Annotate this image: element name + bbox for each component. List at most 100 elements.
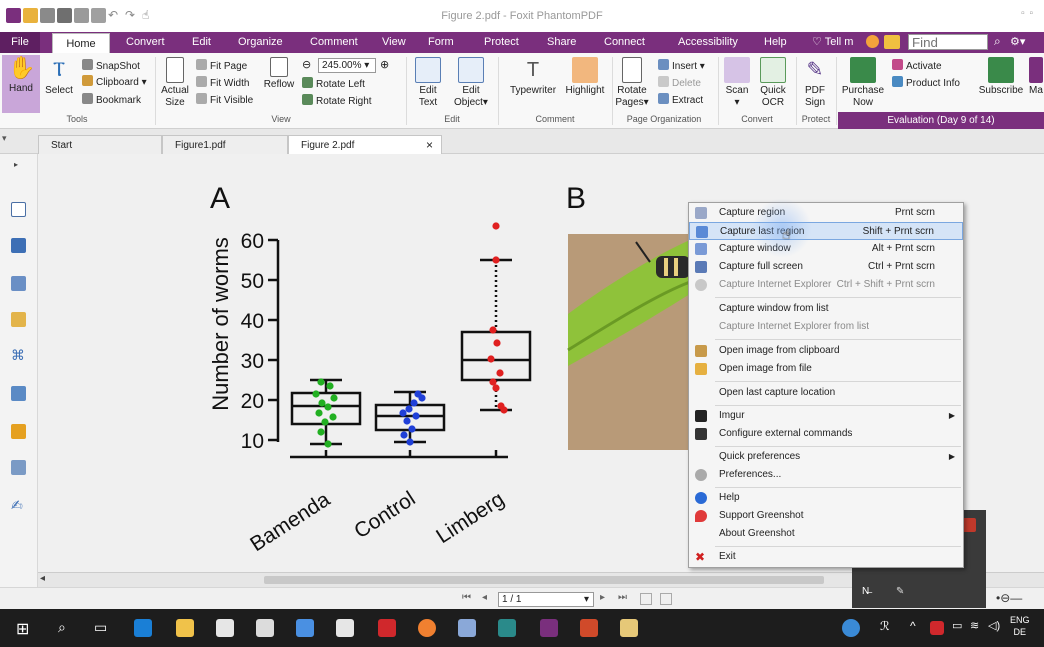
tray-usb-icon[interactable]: ✎ [896,586,904,597]
zoom-in-icon[interactable]: ⊕ [380,58,389,71]
window-controls-icon[interactable]: ▫ ▫ [1021,8,1034,19]
menu-item-imgur[interactable]: Imgur ▶ [689,407,963,425]
menu-item-configure-external-commands[interactable]: Configure external commands [689,425,963,443]
acrobat-icon[interactable] [378,619,396,637]
signature-panel-icon[interactable]: ✍ [11,498,26,513]
menu-item-capture-last-region[interactable]: Capture last region Shift + Prnt scrn [689,222,963,240]
menu-item-preferences[interactable]: Preferences... [689,466,963,484]
bookmarks-panel-icon[interactable] [11,238,26,253]
show-hidden-icons-icon[interactable]: ^ [910,619,916,633]
tab-figure1[interactable]: Figure1.pdf [162,135,288,154]
tab-comment[interactable]: Comment [306,32,362,53]
menu-item-open-from-clipboard[interactable]: Open image from clipboard [689,342,963,360]
zoom-select[interactable]: 245.00% ▾ [318,58,376,73]
onenote-icon[interactable] [458,619,476,637]
zoom-slider-icon[interactable]: •⊖— [996,591,1022,605]
people-icon[interactable]: ℛ [880,619,890,633]
edge-browser-icon[interactable] [134,619,152,637]
menu-item-about-greenshot[interactable]: About Greenshot [689,525,963,543]
tab-accessibility[interactable]: Accessibility [674,32,742,53]
page-thumbnails-icon[interactable] [11,202,26,217]
menu-item-open-last-capture-location[interactable]: Open last capture location [689,384,963,402]
purchase-now-button[interactable]: Purchase Now [840,57,886,109]
page-layout-icon[interactable] [640,593,652,605]
tab-list-dropdown-icon[interactable]: ▾ [2,133,7,144]
clipboard-button[interactable]: Clipboard ▾ [82,75,147,89]
wifi-icon[interactable]: ≋ [970,619,979,632]
snapshot-button[interactable]: SnapShot [82,59,140,73]
search-icon[interactable]: ⌕ [994,34,1001,49]
insert-button[interactable]: Insert ▾ [658,59,705,73]
hand-button[interactable]: ✋ Hand [2,55,40,113]
layers-icon[interactable] [11,276,26,291]
search-taskbar-icon[interactable]: ⌕ [58,619,66,636]
volume-icon[interactable]: ◁) [988,619,1000,632]
menu-item-capture-full-screen[interactable]: Capture full screen Ctrl + Prnt scrn [689,258,963,276]
battery-icon[interactable]: ▭ [952,619,962,632]
input-language-indicator[interactable]: ENG DE [1010,614,1030,638]
reflow-button[interactable]: Reflow [262,57,296,91]
task-view-icon[interactable]: ▭ [94,619,107,636]
firefox-icon[interactable] [418,619,436,637]
tell-me-box[interactable]: ♡ Tell m [812,35,853,48]
tab-convert[interactable]: Convert [122,32,169,53]
tray-app-icon[interactable]: N̶ [862,586,869,597]
fit-width-button[interactable]: Fit Width [196,76,249,90]
tab-share[interactable]: Share [543,32,580,53]
bookmark-button[interactable]: Bookmark [82,93,141,107]
feedback-icon[interactable] [866,35,879,48]
scrollbar-thumb[interactable] [264,576,824,584]
attachment-paperclip-icon[interactable]: ⌘ [11,348,26,363]
rotate-pages-button[interactable]: Rotate Pages▾ [614,57,650,109]
select-button[interactable]: Ⲧ Select [42,57,76,97]
app-teal-icon[interactable] [498,619,516,637]
edit-object-button[interactable]: Edit Object▾ [450,57,492,109]
tab-view[interactable]: View [378,32,410,53]
highlight-button[interactable]: Highlight [563,57,607,97]
rotate-left-button[interactable]: Rotate Left [302,77,365,91]
rotate-right-button[interactable]: Rotate Right [302,94,372,108]
find-input[interactable] [908,34,988,50]
form-fields-icon[interactable] [11,460,26,475]
security-panel-icon[interactable] [11,386,26,401]
tab-help[interactable]: Help [760,32,791,53]
menu-item-exit[interactable]: ✖ Exit [689,548,963,566]
menu-item-support-greenshot[interactable]: Support Greenshot [689,507,963,525]
menu-file[interactable]: File [0,32,40,53]
lock-icon[interactable] [11,424,26,439]
foxit-taskbar-icon[interactable] [540,619,558,637]
subscribe-button[interactable]: Subscribe [976,57,1026,97]
delete-button[interactable]: Delete [658,76,701,90]
store-icon[interactable] [216,619,234,637]
tab-connect[interactable]: Connect [600,32,649,53]
comments-panel-icon[interactable] [11,312,26,327]
settings-gear-icon[interactable]: ⚙▾ [1010,35,1025,48]
tab-home[interactable]: Home [52,33,110,53]
menu-item-help[interactable]: Help [689,489,963,507]
menu-item-capture-window[interactable]: Capture window Alt + Prnt scrn [689,240,963,258]
next-page-icon[interactable]: ▸ [600,592,605,603]
tray-greenshot-icon[interactable] [962,518,976,532]
scroll-left-icon[interactable]: ◂ [40,573,45,584]
scan-button[interactable]: Scan ▾ [722,57,752,109]
dropbox-icon[interactable] [296,619,314,637]
menu-item-capture-window-from-list[interactable]: Capture window from list [689,300,963,318]
find-options-icon[interactable] [884,35,900,49]
typewriter-button[interactable]: T Typewriter [504,57,562,97]
quick-ocr-button[interactable]: Quick OCR [756,57,790,109]
close-tab-icon[interactable]: × [426,136,433,155]
expand-panel-icon[interactable]: ▸ [14,160,18,169]
last-page-icon[interactable]: ⏭ [618,592,627,603]
help-tray-icon[interactable] [842,619,860,637]
menu-item-open-from-file[interactable]: Open image from file [689,360,963,378]
file-explorer-icon[interactable] [176,619,194,637]
powerpoint-icon[interactable] [580,619,598,637]
tab-figure2[interactable]: Figure 2.pdf × [288,135,442,154]
tab-form[interactable]: Form [424,32,458,53]
page-number-input[interactable]: 1 / 1 ▾ [498,592,594,607]
menu-item-quick-preferences[interactable]: Quick preferences ▶ [689,448,963,466]
zoom-out-icon[interactable]: ⊖ [302,58,311,71]
extract-button[interactable]: Extract [658,93,703,107]
tray-acrobat-icon[interactable] [930,621,944,635]
fit-visible-button[interactable]: Fit Visible [196,93,253,107]
